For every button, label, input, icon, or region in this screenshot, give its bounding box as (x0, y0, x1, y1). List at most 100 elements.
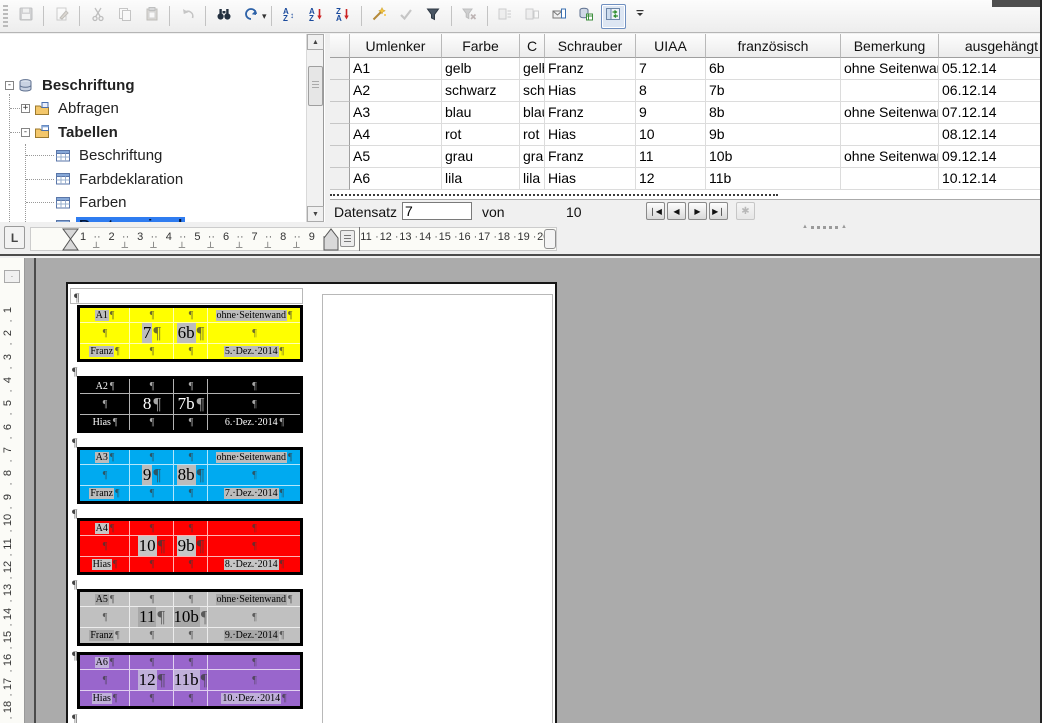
label-cell[interactable]: ¶ (130, 691, 174, 706)
grid-cell[interactable]: A3 (350, 102, 442, 124)
label-cell[interactable]: ¶ (130, 557, 174, 572)
label-cell[interactable]: ¶ (80, 607, 130, 628)
sort-ascending-button[interactable]: AZ (304, 4, 329, 29)
ruler-origin-box[interactable]: · (4, 270, 20, 283)
first-record-button[interactable]: ❘◀ (646, 202, 665, 220)
label-A6[interactable]: A6¶¶¶¶¶12¶11b¶¶Hias¶¶¶10.·Dez.·2014¶ (77, 652, 303, 709)
grid-cell[interactable]: 9 (636, 102, 706, 124)
column-header-umlenker[interactable]: Umlenker (350, 34, 442, 58)
right-margin-marker[interactable] (544, 229, 556, 249)
apply-filter-button[interactable] (394, 4, 419, 29)
grid-cell[interactable] (841, 80, 939, 102)
label-cell[interactable]: ¶ (174, 486, 208, 501)
grid-cell[interactable]: A2 (350, 80, 442, 102)
paste-button[interactable] (139, 4, 164, 29)
data-source-as-table-button[interactable] (574, 4, 599, 29)
label-cell[interactable]: ¶ (130, 628, 174, 643)
scroll-down-icon[interactable]: ▼ (307, 206, 324, 222)
row-selector[interactable] (330, 80, 350, 102)
empty-label-frame[interactable] (322, 294, 553, 723)
grid-cell[interactable]: 10b (706, 146, 841, 168)
grid-cell[interactable]: 07.12.14 (939, 102, 1042, 124)
reset-filter-button[interactable] (457, 4, 482, 29)
row-selector[interactable] (330, 168, 350, 190)
label-cell[interactable]: ¶ (208, 607, 300, 628)
grid-cell[interactable] (841, 124, 939, 146)
label-cell[interactable]: 7¶ (130, 323, 174, 344)
label-cell[interactable]: ¶ (208, 465, 300, 486)
label-cell[interactable]: ¶ (80, 394, 130, 415)
standard-filter-button[interactable] (421, 4, 446, 29)
grid-cell[interactable]: ohne Seitenwand (841, 58, 939, 80)
grid-cell[interactable]: grau (520, 146, 545, 168)
grid-cell[interactable]: rot (442, 124, 520, 146)
grid-cell[interactable]: 9b (706, 124, 841, 146)
label-cell[interactable]: A1¶ (80, 308, 130, 323)
vertical-ruler[interactable]: · 1·2·3·4·5·6·7·8·9·10·11·12·13·14·15·16… (0, 258, 25, 723)
label-cell[interactable]: ¶ (130, 415, 174, 430)
label-cell[interactable]: A6¶ (80, 655, 130, 670)
window-split-handle[interactable]: ▲▲ (802, 224, 847, 230)
label-cell[interactable]: ¶ (130, 592, 174, 607)
label-cell[interactable]: A4¶ (80, 521, 130, 536)
label-cell[interactable]: ¶ (174, 592, 208, 607)
grid-cell[interactable]: 8b (706, 102, 841, 124)
label-cell[interactable]: ¶ (208, 394, 300, 415)
column-header-uiaa[interactable]: UIAA (636, 34, 706, 58)
explorer-on-off-button[interactable] (601, 4, 626, 29)
label-A1[interactable]: A1¶¶¶ohne·Seitenwand¶¶7¶6b¶¶Franz¶¶¶5.·D… (77, 305, 303, 362)
label-cell[interactable]: ¶ (174, 557, 208, 572)
next-record-button[interactable]: ▶ (688, 202, 707, 220)
label-cell[interactable]: ¶ (208, 670, 300, 691)
label-cell[interactable]: ¶ (80, 323, 130, 344)
indent-marker-right[interactable] (323, 228, 339, 256)
sidebar-item-tabellen[interactable]: -Tabellen (0, 121, 121, 144)
label-cell[interactable]: ¶ (208, 521, 300, 536)
grid-cell[interactable]: A1 (350, 58, 442, 80)
label-cell[interactable]: 7b¶ (174, 394, 208, 415)
grid-cell[interactable]: 12 (636, 168, 706, 190)
grid-cell[interactable]: 06.12.14 (939, 80, 1042, 102)
sidebar-item-farben[interactable]: Farben (0, 191, 130, 214)
grid-cell[interactable]: gelb (442, 58, 520, 80)
sort-button[interactable]: AZ↕ (277, 4, 302, 29)
label-cell[interactable]: 11¶ (130, 607, 174, 628)
sidebar-item-routenspiegel[interactable]: Routenspiegel (0, 214, 185, 222)
grid-cell[interactable]: rot (520, 124, 545, 146)
grid-cell[interactable]: gelb (520, 58, 545, 80)
label-cell[interactable]: ¶ (208, 536, 300, 557)
grid-cell[interactable]: blau (520, 102, 545, 124)
label-cell[interactable]: 8b¶ (174, 465, 208, 486)
label-cell[interactable]: ¶ (208, 379, 300, 394)
grid-cell[interactable]: 09.12.14 (939, 146, 1042, 168)
label-cell[interactable]: ¶ (208, 323, 300, 344)
grid-cell[interactable]: A6 (350, 168, 442, 190)
scroll-up-icon[interactable]: ▲ (307, 34, 324, 50)
toolbar-grip[interactable] (3, 5, 8, 27)
grid-cell[interactable]: Franz (545, 102, 636, 124)
label-cell[interactable]: Franz¶ (80, 344, 130, 359)
label-cell[interactable]: ¶ (174, 691, 208, 706)
label-cell[interactable]: ¶ (174, 521, 208, 536)
grid-cell[interactable]: 05.12.14 (939, 58, 1042, 80)
edit-data-button[interactable] (49, 4, 74, 29)
grid-cell[interactable]: A5 (350, 146, 442, 168)
mail-merge-button[interactable] (547, 4, 572, 29)
label-cell[interactable]: 10¶ (130, 536, 174, 557)
toolbar-overflow-button[interactable] (628, 4, 653, 29)
label-cell[interactable]: ¶ (130, 450, 174, 465)
tree-expander-icon[interactable]: - (21, 128, 30, 137)
tree-expander-icon[interactable]: - (5, 81, 14, 90)
label-A3[interactable]: A3¶¶¶ohne·Seitenwand¶¶9¶8b¶¶Franz¶¶¶7.·D… (77, 447, 303, 504)
label-cell[interactable]: 8.·Dez.·2014¶ (208, 557, 300, 572)
column-header-bemerkung[interactable]: Bemerkung (841, 34, 939, 58)
grid-corner-cell[interactable] (330, 34, 350, 58)
label-cell[interactable]: ¶ (174, 308, 208, 323)
grid-cell[interactable]: Hias (545, 124, 636, 146)
grid-cell[interactable]: 7b (706, 80, 841, 102)
grid-cell[interactable]: Franz (545, 146, 636, 168)
data-to-fields-button[interactable] (520, 4, 545, 29)
save-record-button[interactable] (13, 4, 38, 29)
label-cell[interactable]: A5¶ (80, 592, 130, 607)
label-cell[interactable]: ¶ (130, 344, 174, 359)
